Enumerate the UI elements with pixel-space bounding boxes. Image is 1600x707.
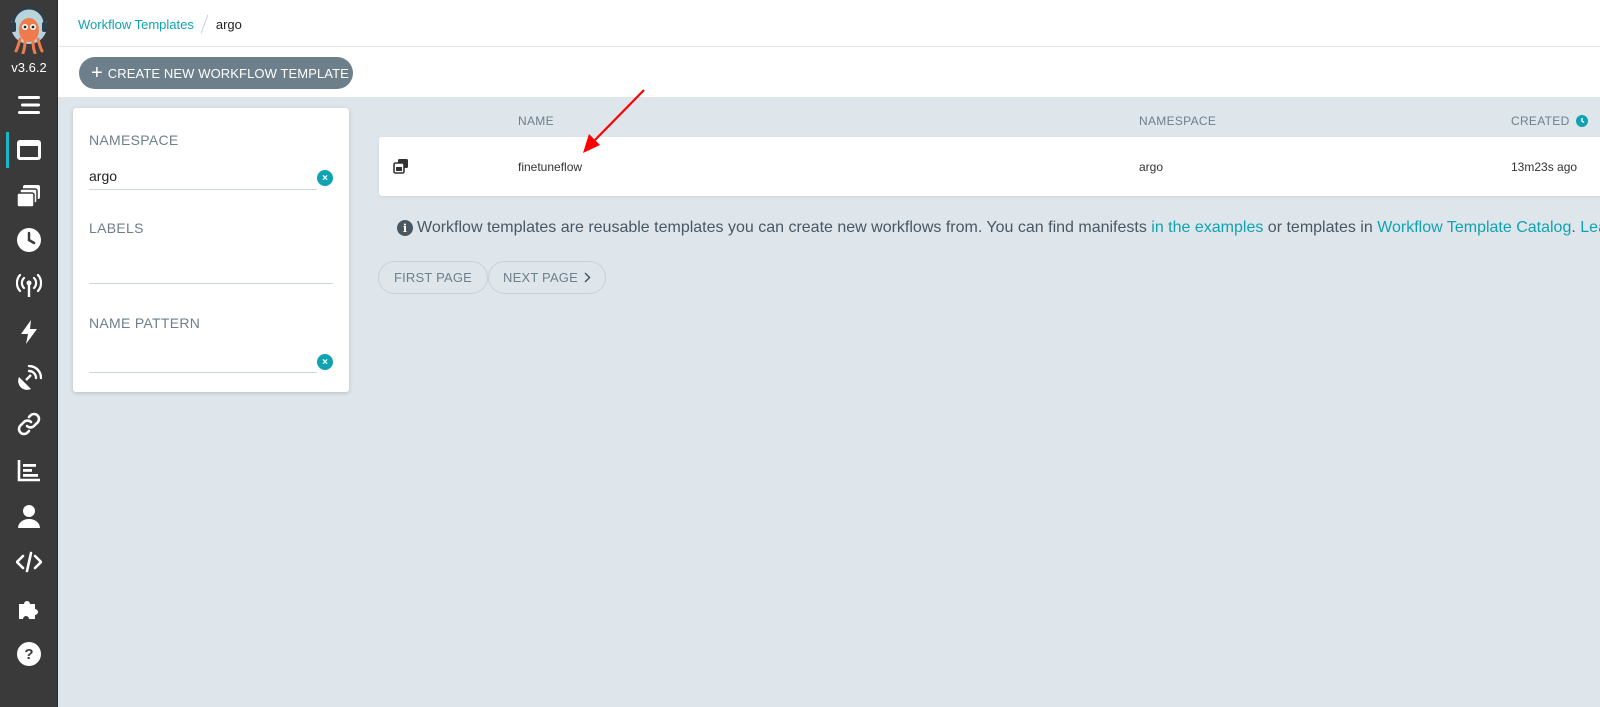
first-page-button[interactable]: FIRST PAGE: [378, 261, 488, 294]
learn-link[interactable]: Learn: [1580, 219, 1600, 237]
breadcrumb-workflow-templates-link[interactable]: Workflow Templates: [78, 17, 194, 32]
svg-text:?: ?: [24, 646, 33, 663]
event-flow-icon[interactable]: [0, 358, 58, 398]
plugins-icon[interactable]: [0, 588, 58, 628]
column-header-created-label: CREATED: [1511, 114, 1570, 128]
filter-panel: NAMESPACE argo × LABELS NAME PATTERN ×: [73, 108, 349, 392]
name-pattern-clear-icon[interactable]: ×: [317, 354, 333, 370]
next-page-label: NEXT PAGE: [502, 270, 578, 285]
create-button-label: CREATE NEW WORKFLOW TEMPLATE: [107, 65, 349, 81]
action-bar: + CREATE NEW WORKFLOW TEMPLATE: [58, 47, 1600, 97]
clock-icon[interactable]: [1575, 115, 1588, 127]
help-icon[interactable]: ?: [0, 634, 58, 674]
app-version: v3.6.2: [11, 60, 47, 75]
workflow-template-icon: [393, 159, 408, 174]
namespace-clear-icon[interactable]: ×: [317, 170, 333, 186]
api-docs-icon[interactable]: [0, 542, 58, 582]
cron-workflows-icon[interactable]: [0, 220, 58, 260]
argo-logo-icon: [11, 6, 47, 54]
column-header-namespace: NAMESPACE: [1139, 114, 1217, 128]
first-page-label: FIRST PAGE: [393, 270, 473, 285]
user-icon[interactable]: [0, 496, 58, 536]
info-text-2: or templates in: [1267, 219, 1373, 236]
table-row[interactable]: finetuneflow argo 13m23s ago: [379, 137, 1600, 196]
info-text-3: .: [1571, 219, 1576, 236]
chevron-right-icon: [584, 272, 591, 283]
name-pattern-label: NAME PATTERN: [89, 315, 201, 331]
breadcrumb: Workflow Templates argo: [78, 14, 242, 34]
top-bar: Workflow Templates argo: [58, 0, 1600, 47]
reports-icon[interactable]: [0, 450, 58, 490]
labels-input[interactable]: [89, 258, 333, 284]
column-header-name: NAME: [518, 114, 554, 128]
info-icon: i: [397, 220, 413, 236]
row-name[interactable]: finetuneflow: [518, 160, 582, 174]
sensors-icon[interactable]: [0, 312, 58, 352]
breadcrumb-current: argo: [215, 16, 242, 32]
cluster-workflow-templates-icon[interactable]: [0, 176, 58, 216]
name-pattern-input[interactable]: [89, 347, 317, 373]
labels-label: LABELS: [89, 220, 144, 236]
sidebar: v3.6.2 ?: [0, 0, 58, 707]
menu-icon[interactable]: [0, 85, 58, 125]
info-text-1: Workflow templates are reusable template…: [417, 219, 1147, 236]
workflow-templates-icon[interactable]: [0, 130, 58, 170]
examples-link[interactable]: in the examples: [1151, 219, 1263, 237]
breadcrumb-separator: [200, 14, 209, 34]
namespace-label: NAMESPACE: [89, 132, 179, 148]
plus-icon: +: [91, 62, 103, 84]
create-new-workflow-template-button[interactable]: + CREATE NEW WORKFLOW TEMPLATE: [79, 57, 353, 89]
next-page-button[interactable]: NEXT PAGE: [488, 261, 606, 294]
column-header-created: CREATED: [1511, 114, 1588, 128]
row-created: 13m23s ago: [1511, 160, 1578, 174]
info-message: i Workflow templates are reusable templa…: [397, 219, 1600, 237]
event-sources-icon[interactable]: [0, 266, 58, 306]
namespace-input[interactable]: argo: [89, 164, 317, 190]
links-icon[interactable]: [0, 404, 58, 444]
workflow-template-catalog-link[interactable]: Workflow Template Catalog: [1377, 219, 1571, 237]
row-namespace: argo: [1139, 160, 1164, 174]
